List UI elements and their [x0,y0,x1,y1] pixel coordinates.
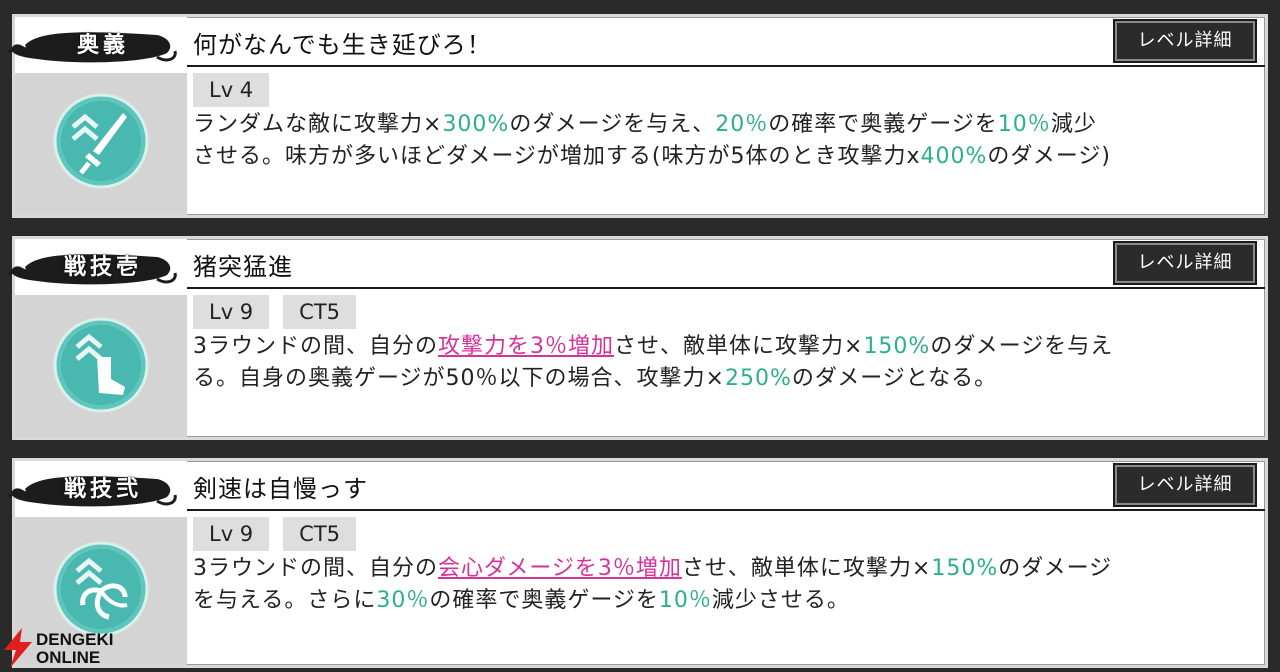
desc-line-2: させる。味方が多いほどダメージが増加する(味方が5体のとき攻撃力x400%のダメ… [193,141,1251,173]
cooldown-badge: CT5 [283,295,357,329]
value-highlight: 150% [863,334,931,359]
category-label: 戦技弐 [63,476,142,502]
badge-row: Lv 9 CT5 [193,295,357,329]
skill-description: ランダムな敵に攻撃力×300%のダメージを与え、20％の確率で奥義ゲージを10％… [193,109,1251,173]
level-badge: Lv 4 [193,73,270,107]
desc-text: のダメージを与え [930,334,1114,359]
value-highlight: 150% [931,556,999,581]
skill-description: 3ラウンドの間、自分の攻撃力を3％増加させ、敵単体に攻撃力×150%のダメージを… [193,331,1251,395]
value-highlight: 300% [442,112,510,137]
dengeki-online-logo: DENGEKI ONLINE [0,624,130,672]
badge-row: Lv 9 CT5 [193,517,357,551]
title-divider [187,509,1265,511]
title-divider [187,287,1265,289]
skill-card-sengi-2: 戦技弐 剣速は自慢っす レベル詳細 Lv 9 CT5 3ラウンドの間、自分の会心… [7,458,1268,668]
level-badge: Lv 9 [193,295,270,329]
desc-line-2: る。自身の奥義ゲージが50％以下の場合、攻撃力×250%のダメージとなる。 [193,363,1251,395]
desc-text: させ、敵単体に攻撃力× [614,334,864,359]
level-detail-button[interactable]: レベル詳細 [1115,21,1255,61]
desc-text: を与える。さらに [193,588,377,613]
level-detail-button[interactable]: レベル詳細 [1115,243,1255,283]
desc-line-2: を与える。さらに30％の確率で奥義ゲージを10％減少させる。 [193,585,1251,617]
desc-line-1: 3ラウンドの間、自分の会心ダメージを3％増加させ、敵単体に攻撃力×150%のダメ… [193,553,1251,585]
desc-text: のダメージとなる。 [791,366,998,391]
desc-text: の確率で奥義ゲージを [768,112,998,137]
category-label: 奥義 [76,32,129,58]
value-highlight: 10％ [658,588,712,613]
desc-text: 3ラウンドの間、自分の [193,334,438,359]
lightning-bolt-icon [4,628,32,668]
boot-chevron-icon [53,317,149,413]
desc-text: ランダムな敵に攻撃力× [193,112,443,137]
sword-chevron-icon [53,93,149,189]
desc-line-1: ランダムな敵に攻撃力×300%のダメージを与え、20％の確率で奥義ゲージを10％… [193,109,1251,141]
desc-text: る。自身の奥義ゲージが50％以下の場合、攻撃力× [193,366,725,391]
badge-row: Lv 4 [193,73,270,107]
logo-text-dengeki: DENGEKI [36,630,114,649]
buff-highlight: 会心ダメージを3％増加 [438,556,682,581]
desc-text: させ、敵単体に攻撃力× [681,556,932,581]
level-detail-button[interactable]: レベル詳細 [1115,465,1255,505]
desc-line-1: 3ラウンドの間、自分の攻撃力を3％増加させ、敵単体に攻撃力×150%のダメージを… [193,331,1251,363]
buff-highlight: 攻撃力を3％増加 [438,334,614,359]
swirl-chevron-icon [53,541,149,637]
desc-text: のダメージ) [987,144,1111,169]
desc-text: 減少 [1050,112,1097,137]
title-divider [187,65,1265,67]
skill-description: 3ラウンドの間、自分の会心ダメージを3％増加させ、敵単体に攻撃力×150%のダメ… [193,553,1251,617]
category-label: 戦技壱 [63,254,142,280]
desc-text: のダメージを与え、 [509,112,716,137]
value-highlight: 30％ [376,588,430,613]
cooldown-badge: CT5 [283,517,357,551]
desc-text: の確率で奥義ゲージを [429,588,659,613]
skill-title: 猪突猛進 [193,253,293,281]
desc-text: 減少させる。 [711,588,850,613]
level-badge: Lv 9 [193,517,270,551]
skill-title: 何がなんでも生き延びろ！ [193,31,492,59]
skill-card-ougi: 奥義 何がなんでも生き延びろ！ レベル詳細 Lv 4 ランダムな敵に攻撃力×30… [7,14,1268,218]
desc-text: 3ラウンドの間、自分の [193,556,438,581]
logo-text-online: ONLINE [36,648,101,667]
skill-card-sengi-1: 戦技壱 猪突猛進 レベル詳細 Lv 9 CT5 3ラウンドの間、自分の攻撃力を3… [7,236,1268,440]
skill-title: 剣速は自慢っす [193,475,368,503]
value-highlight: 400% [920,144,988,169]
value-highlight: 10％ [997,112,1051,137]
desc-text: のダメージ [998,556,1113,581]
desc-text: させる。味方が多いほどダメージが増加する(味方が5体のとき攻撃力x [193,144,921,169]
value-highlight: 250% [725,366,792,391]
value-highlight: 20％ [715,112,769,137]
